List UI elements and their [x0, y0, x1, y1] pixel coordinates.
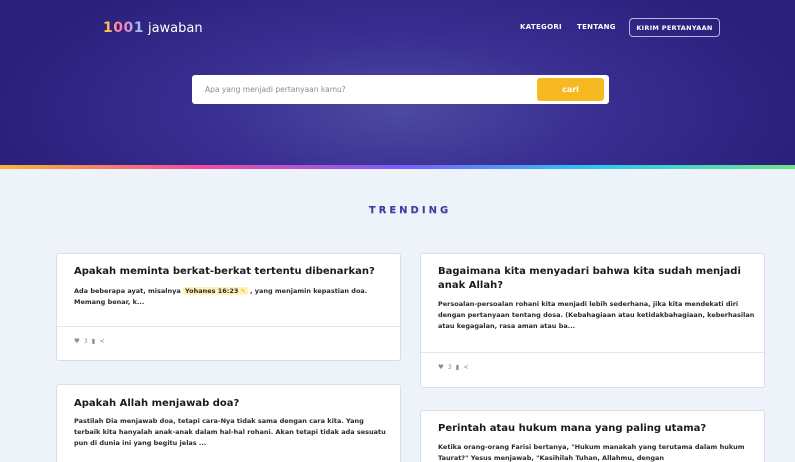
- pencil-icon: ✎: [240, 288, 246, 295]
- verse-reference-label: Yohanes 16:23: [185, 287, 239, 295]
- card-title[interactable]: Bagaimana kita menyadari bahwa kita suda…: [438, 265, 756, 293]
- rainbow-divider: [0, 165, 795, 169]
- logo-number: 1001: [103, 20, 144, 36]
- heart-icon[interactable]: ♥: [438, 364, 444, 371]
- site-logo[interactable]: 1001 jawaban: [103, 20, 203, 36]
- submit-question-button[interactable]: KIRIM PERTANYAAN: [629, 18, 720, 37]
- hero-banner: 1001 jawaban KATEGORI TENTANG KIRIM PERT…: [0, 0, 795, 167]
- card-divider: [421, 352, 764, 353]
- question-card[interactable]: Apakah meminta berkat-berkat tertentu di…: [56, 253, 401, 361]
- search-button[interactable]: cari: [537, 78, 604, 101]
- question-card[interactable]: Bagaimana kita menyadari bahwa kita suda…: [420, 253, 765, 388]
- card-title[interactable]: Perintah atau hukum mana yang paling uta…: [438, 422, 756, 436]
- question-card[interactable]: Perintah atau hukum mana yang paling uta…: [420, 410, 765, 462]
- share-icon[interactable]: ≺: [463, 364, 468, 371]
- card-excerpt: Pastilah Dia menjawab doa, tetapi cara-N…: [74, 417, 386, 447]
- card-title[interactable]: Apakah meminta berkat-berkat tertentu di…: [74, 265, 389, 279]
- search-bar: cari: [192, 75, 609, 104]
- nav-tentang[interactable]: TENTANG: [577, 23, 616, 31]
- card-excerpt-before: Ada beberapa ayat, misalnya: [74, 287, 183, 295]
- card-actions: ♥ 3 ▮ ≺: [74, 338, 105, 345]
- card-excerpt: Ketika orang-orang Farisi bertanya, "Huk…: [438, 443, 745, 462]
- card-title[interactable]: Apakah Allah menjawab doa?: [74, 397, 389, 411]
- bookmark-icon[interactable]: ▮: [456, 364, 460, 371]
- card-divider: [57, 326, 400, 327]
- share-icon[interactable]: ≺: [99, 338, 104, 345]
- like-count: 3: [447, 364, 452, 371]
- verse-reference[interactable]: Yohanes 16:23 ✎: [183, 287, 248, 295]
- card-excerpt: Persoalan-persoalan rohani kita menjadi …: [438, 300, 755, 330]
- card-excerpt: Ada beberapa ayat, misalnya Yohanes 16:2…: [74, 286, 389, 308]
- logo-word: jawaban: [147, 21, 203, 36]
- question-card[interactable]: Apakah Allah menjawab doa? Pastilah Dia …: [56, 384, 401, 462]
- like-count: 3: [83, 338, 88, 345]
- card-actions: ♥ 3 ▮ ≺: [438, 364, 469, 371]
- section-title-trending: TRENDING: [368, 205, 452, 216]
- nav-kategori[interactable]: KATEGORI: [520, 23, 562, 31]
- bookmark-icon[interactable]: ▮: [92, 338, 96, 345]
- heart-icon[interactable]: ♥: [74, 338, 80, 345]
